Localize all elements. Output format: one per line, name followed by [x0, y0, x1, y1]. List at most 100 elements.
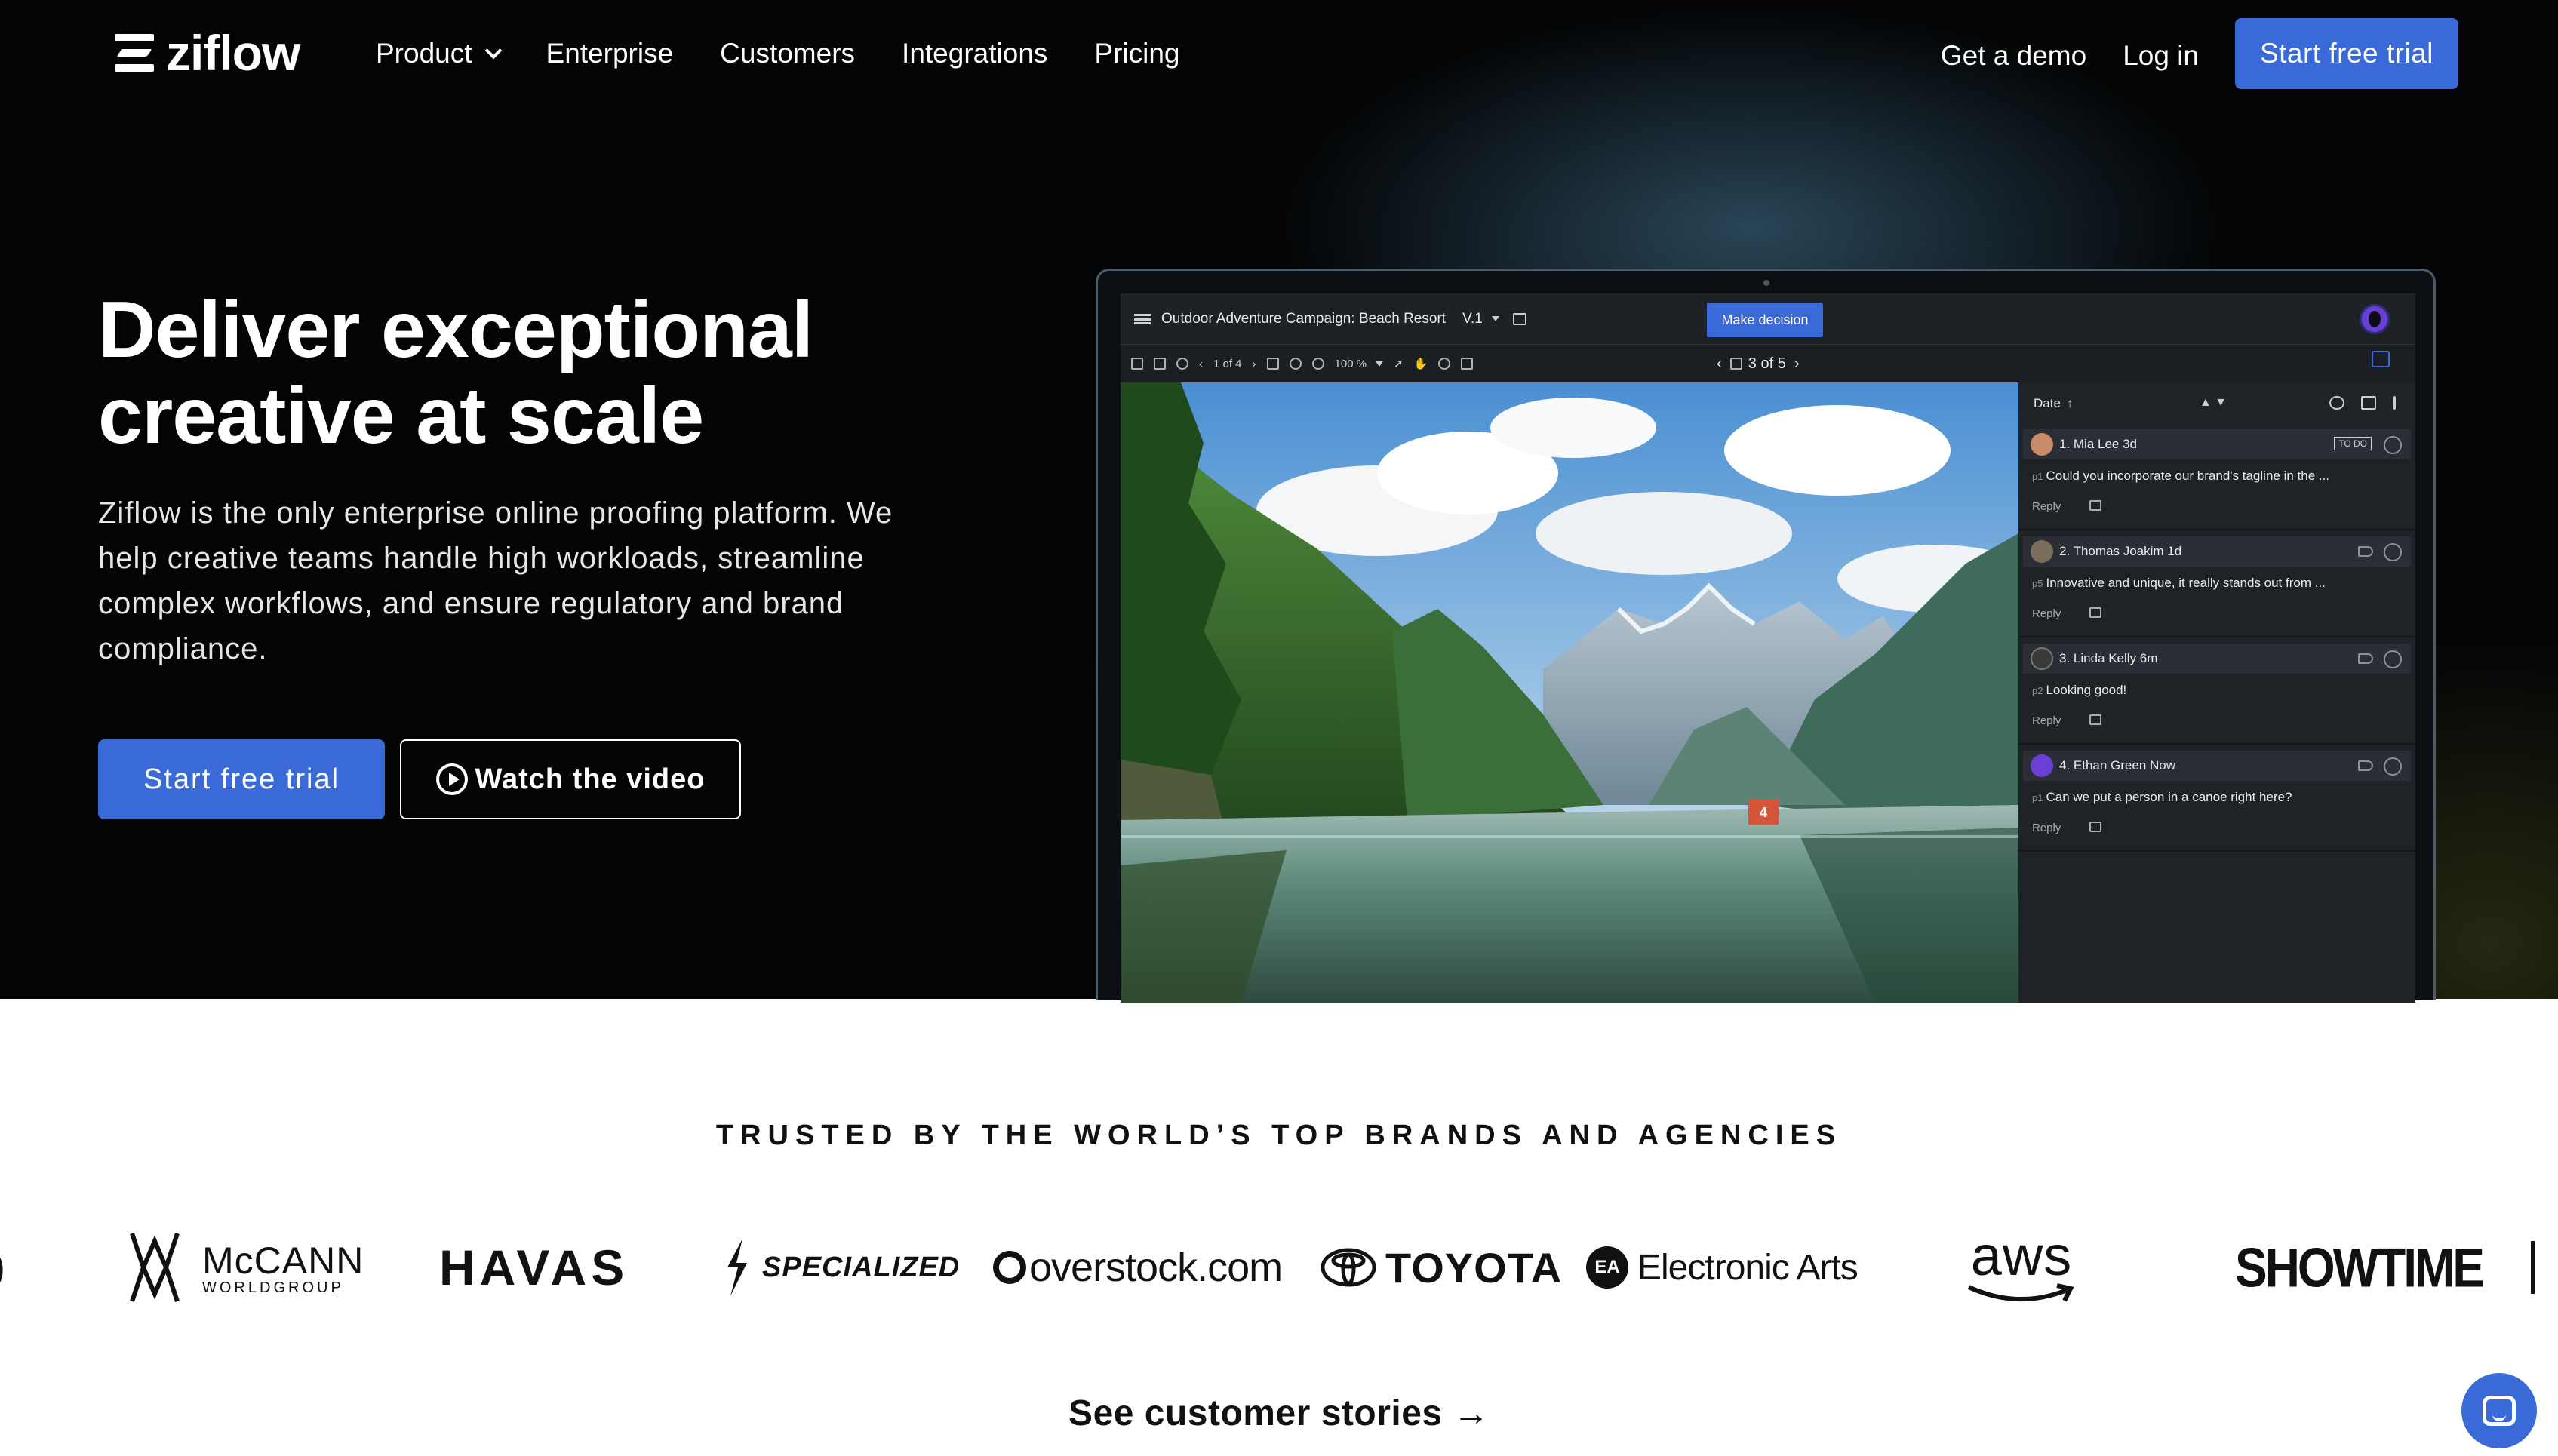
avatar: [2031, 540, 2053, 563]
resolve-check-icon: [2384, 436, 2402, 454]
reply-link: Reply: [2032, 500, 2061, 513]
ziflow-logo-icon: [115, 32, 154, 73]
tag-icon: [2358, 653, 2373, 664]
comments-icon: [2372, 351, 2390, 367]
aws-smile-icon: [1967, 1283, 2074, 1302]
caret-down-icon: [1376, 361, 1384, 367]
chat-launcher-button[interactable]: [2461, 1373, 2537, 1448]
thumbs-up-icon: [2089, 607, 2101, 618]
comment-author: 4. Ethan Green Now: [2059, 758, 2176, 773]
nav-enterprise[interactable]: Enterprise: [546, 38, 674, 69]
search-icon: [2329, 396, 2344, 410]
nav-integrations[interactable]: Integrations: [902, 38, 1047, 69]
brand-logo-mccann: McCANN WORLDGROUP: [128, 1215, 364, 1320]
comment-item: 4. Ethan Green Now p1 Can we put a person…: [2018, 746, 2415, 852]
thumbs-up-icon: [2089, 714, 2101, 725]
asset-pager: ‹ 3 of 5 ›: [1717, 345, 1800, 382]
avatar: [2031, 433, 2053, 456]
watch-video-label: Watch the video: [475, 763, 706, 795]
app-screen: Outdoor Adventure Campaign: Beach Resort…: [1121, 293, 2415, 1003]
tag-icon: [2358, 546, 2373, 557]
comments-header: Date ↑ ▲ ▼: [2018, 382, 2415, 425]
menu-icon: [1134, 313, 1151, 324]
hero-section: ziflow Product Enterprise Customers Inte…: [0, 0, 2558, 1003]
login-link[interactable]: Log in: [2123, 40, 2199, 72]
comment-text: Can we put a person in a canoe right her…: [2046, 790, 2292, 804]
brand-logo-aws: aws: [1965, 1215, 2078, 1320]
showtime-name: SHOWTIME: [2235, 1236, 2485, 1299]
brand-logo-overstock: overstock.com: [993, 1215, 1283, 1320]
brand-logo-ea: EA Electronic Arts: [1586, 1215, 1859, 1320]
comment-item: 2. Thomas Joakim 1d p5 Innovative and uni…: [2018, 532, 2415, 637]
project-title: Outdoor Adventure Campaign: Beach Resort: [1161, 310, 1447, 327]
nav-start-trial-button[interactable]: Start free trial: [2235, 18, 2458, 89]
nav-product-label: Product: [376, 38, 472, 69]
avatar: [2031, 754, 2053, 777]
overstock-name: overstock.com: [1029, 1245, 1283, 1290]
play-icon: [435, 763, 468, 795]
brand-logo-partial: ): [0, 1215, 5, 1320]
hand-icon: ✋: [1413, 358, 1428, 370]
toyota-emblem-icon: [1321, 1248, 1376, 1287]
reply-link: Reply: [2032, 607, 2061, 620]
nav-pricing[interactable]: Pricing: [1094, 38, 1179, 69]
nav-product[interactable]: Product: [376, 38, 502, 69]
make-decision-button: Make decision: [1707, 303, 1823, 337]
resolve-check-icon: [2384, 543, 2402, 561]
specialized-s-icon: [727, 1239, 747, 1296]
toyota-name: TOYOTA: [1385, 1243, 1563, 1292]
brand-logo-showtime: SHOWTIME: [2235, 1215, 2485, 1320]
chevron-left-icon: ‹: [1199, 357, 1203, 370]
mccann-mark-icon: [130, 1233, 180, 1302]
comment-text: Innovative and unique, it really stands …: [2046, 576, 2326, 590]
get-demo-link[interactable]: Get a demo: [1941, 40, 2086, 72]
chat-icon: [2483, 1396, 2516, 1426]
comment-page: p5: [2032, 578, 2043, 589]
comment-author: 3. Linda Kelly 6m: [2059, 651, 2158, 665]
status-badge: TO DO: [2334, 437, 2372, 450]
asset-pager-label: 3 of 5: [1748, 355, 1786, 372]
hero-headline: Deliver exceptional creative at scale: [98, 285, 813, 460]
proof-toolbar: ‹ 1 of 4 › 100 % ➚ ✋ ‹ 3 of 5 ›: [1121, 345, 2415, 382]
resolve-check-icon: [2384, 650, 2402, 668]
ziflow-logo[interactable]: ziflow: [115, 25, 300, 81]
watch-video-button[interactable]: Watch the video: [400, 739, 741, 819]
mccann-name: McCANN: [202, 1239, 364, 1282]
ea-badge-icon: EA: [1586, 1246, 1628, 1289]
tag-icon: [2358, 760, 2373, 771]
comment-text: Looking good!: [2046, 683, 2127, 697]
arrow-up-icon: ↑: [2066, 396, 2074, 410]
overstock-o-icon: [993, 1251, 1026, 1284]
more-icon: [2393, 396, 2396, 410]
pointer-icon: ➚: [1394, 358, 1404, 370]
ea-name: Electronic Arts: [1637, 1247, 1859, 1288]
reply-link: Reply: [2032, 822, 2061, 834]
logo-wordmark: ziflow: [166, 25, 300, 81]
comment-marker: 4: [1760, 805, 1767, 820]
fit-icon: [1266, 358, 1279, 370]
nav-customers[interactable]: Customers: [720, 38, 855, 69]
comment-page: p1: [2032, 471, 2043, 482]
chevron-right-icon: ›: [1785, 355, 1800, 372]
avatar: [2360, 304, 2390, 334]
comments-sidebar: Date ↑ ▲ ▼ 1. Mia Lee 3d TO DO p1 Could …: [2018, 382, 2415, 1003]
brand-logo-partial: [2531, 1215, 2535, 1320]
mccann-sub: WORLDGROUP: [202, 1279, 344, 1296]
havas-name: HAVAS: [439, 1239, 629, 1295]
see-customer-stories-link[interactable]: See customer stories →: [0, 1393, 2558, 1434]
pages-icon: [1729, 358, 1742, 370]
comment-page: p1: [2032, 792, 2043, 803]
search-icon: [1176, 358, 1188, 370]
specialized-name: SPECIALIZED: [762, 1251, 961, 1283]
resolve-check-icon: [2384, 757, 2402, 776]
app-header: Outdoor Adventure Campaign: Beach Resort…: [1121, 293, 2415, 345]
hero-start-trial-button[interactable]: Start free trial: [98, 739, 385, 819]
version-label: V.1: [1462, 310, 1483, 327]
chevron-left-icon: ‹: [1717, 355, 1730, 372]
comment-author: 2. Thomas Joakim 1d: [2059, 544, 2182, 558]
filter-icon: [2361, 396, 2376, 410]
proof-image: 4: [1121, 382, 2018, 1003]
sidebar-toggle-icon: [1131, 358, 1143, 370]
zoom-in-icon: [1311, 358, 1324, 370]
main-nav: Product Enterprise Customers Integration…: [376, 38, 1227, 69]
